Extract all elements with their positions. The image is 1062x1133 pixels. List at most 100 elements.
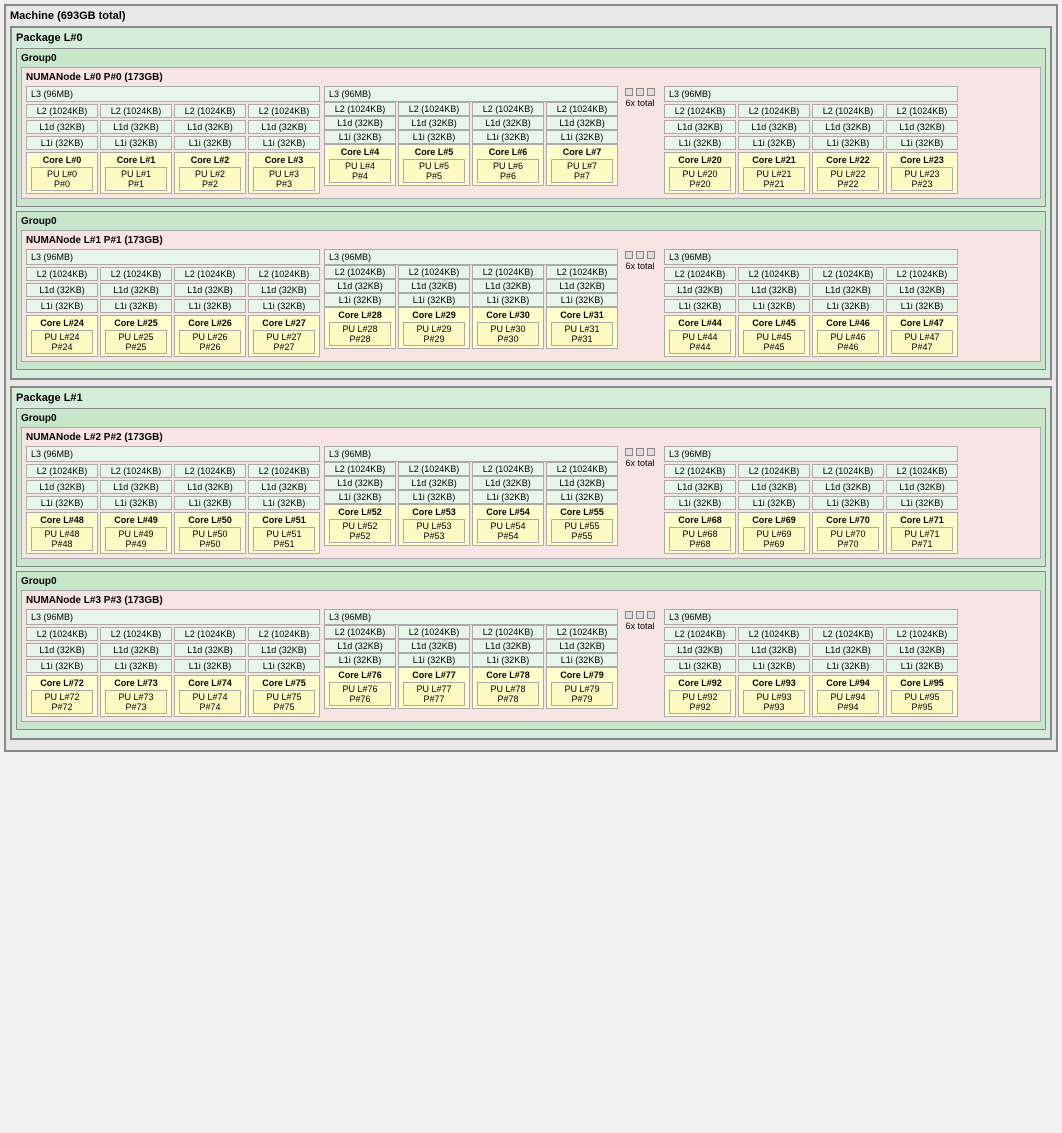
package-l1-title: Package L#1 [16, 392, 1046, 404]
right-l1d-row-0: L1d (32KB) L1d (32KB) L1d (32KB) L1d (32… [664, 120, 958, 134]
left-l1i-row-0: L1i (32KB) L1i (32KB) L1i (32KB) L1i (32… [26, 136, 320, 150]
l1d-0: L1d (32KB) [26, 120, 98, 134]
left-l3-1: L3 (96MB) [26, 249, 320, 265]
core-l4: Core L#4PU L#4P#4 [324, 144, 396, 186]
dot-2 [636, 88, 644, 96]
core-l23: Core L#23PU L#23P#23 [886, 152, 958, 194]
dot-3 [647, 88, 655, 96]
mid-cache-group-1: L3 (96MB) L2 (1024KB)L2 (1024KB)L2 (1024… [324, 249, 660, 349]
l1i-7: L1i (32KB) [546, 130, 618, 144]
pu-l0: PU L#0P#0 [31, 167, 93, 191]
pu-l20: PU L#20P#20 [669, 167, 731, 191]
l2-5: L2 (1024KB) [398, 102, 470, 116]
l1i-22: L1i (32KB) [812, 136, 884, 150]
pu-l2: PU L#2P#2 [179, 167, 241, 191]
mid-l2-row-0: L2 (1024KB) L2 (1024KB) L2 (1024KB) L2 (… [324, 102, 618, 116]
dot-1 [625, 88, 633, 96]
package-l1: Package L#1 Group0 NUMANode L#2 P#2 (173… [10, 386, 1052, 740]
l2-22: L2 (1024KB) [812, 104, 884, 118]
left-cache-group-1: L3 (96MB) L2 (1024KB)L2 (1024KB)L2 (1024… [26, 249, 320, 357]
left-l2-row-0: L2 (1024KB) L2 (1024KB) L2 (1024KB) L2 (… [26, 104, 320, 118]
l1i-5: L1i (32KB) [398, 130, 470, 144]
group0-numa2: Group0 NUMANode L#2 P#2 (173GB) L3 (96MB… [16, 408, 1046, 567]
l2-4: L2 (1024KB) [324, 102, 396, 116]
machine-title: Machine (693GB total) [10, 10, 1052, 22]
core-l5: Core L#5PU L#5P#5 [398, 144, 470, 186]
l2-3: L2 (1024KB) [248, 104, 320, 118]
group0-label-3: Group0 [21, 576, 1041, 587]
mid-indicator-3: 6x total [620, 609, 660, 631]
numa-node-1: NUMANode L#1 P#1 (173GB) L3 (96MB) L2 (1… [21, 230, 1041, 362]
group0-numa1: Group0 NUMANode L#1 P#1 (173GB) L3 (96MB… [16, 211, 1046, 370]
right-l2-row-0: L2 (1024KB) L2 (1024KB) L2 (1024KB) L2 (… [664, 104, 958, 118]
l1i-4: L1i (32KB) [324, 130, 396, 144]
right-core-row-0: Core L#20PU L#20P#20 Core L#21PU L#21P#2… [664, 152, 958, 194]
mid-indicator-2: 6x total [620, 446, 660, 468]
l2-2: L2 (1024KB) [174, 104, 246, 118]
mid-cache-group-2: L3 (96MB) L2 (1024KB)L2 (1024KB)L2 (1024… [324, 446, 660, 546]
left-core-row-0: Core L#0PU L#0P#0 Core L#1PU L#1P#1 Core… [26, 152, 320, 194]
numa-node-0-content: L3 (96MB) L2 (1024KB) L2 (1024KB) L2 (10… [26, 86, 1036, 194]
core-l0: Core L#0PU L#0P#0 [26, 152, 98, 194]
core-l22: Core L#22PU L#22P#22 [812, 152, 884, 194]
core-l6: Core L#6PU L#6P#6 [472, 144, 544, 186]
l1d-21: L1d (32KB) [738, 120, 810, 134]
pu-l7: PU L#7P#7 [551, 159, 613, 183]
group0-label-2: Group0 [21, 413, 1041, 424]
left-l1d-row-0: L1d (32KB) L1d (32KB) L1d (32KB) L1d (32… [26, 120, 320, 134]
dots-row-0 [625, 88, 655, 96]
mid-l1d-row-0: L1d (32KB) L1d (32KB) L1d (32KB) L1d (32… [324, 116, 618, 130]
l1d-1: L1d (32KB) [100, 120, 172, 134]
l2-23: L2 (1024KB) [886, 104, 958, 118]
mid-l3-0: L3 (96MB) [324, 86, 618, 102]
l1d-7: L1d (32KB) [546, 116, 618, 130]
dots-label-0: 6x total [625, 98, 654, 108]
l1i-21: L1i (32KB) [738, 136, 810, 150]
group0-numa3: Group0 NUMANode L#3 P#3 (173GB) L3 (96MB… [16, 571, 1046, 730]
pu-l1: PU L#1P#1 [105, 167, 167, 191]
mid-cache-group-0: L3 (96MB) L2 (1024KB) L2 (1024KB) L2 (10… [324, 86, 660, 186]
right-cache-group-3: L3 (96MB) L2 (1024KB)L2 (1024KB)L2 (1024… [664, 609, 958, 717]
l1d-3: L1d (32KB) [248, 120, 320, 134]
l1i-6: L1i (32KB) [472, 130, 544, 144]
left-cache-group-0: L3 (96MB) L2 (1024KB) L2 (1024KB) L2 (10… [26, 86, 320, 194]
numa-node-1-title: NUMANode L#1 P#1 (173GB) [26, 235, 1036, 246]
package-l0: Package L#0 Group0 NUMANode L#0 P#0 (173… [10, 26, 1052, 380]
l1d-22: L1d (32KB) [812, 120, 884, 134]
numa-node-2-content: L3 (96MB) L2 (1024KB)L2 (1024KB)L2 (1024… [26, 446, 1036, 554]
right-cache-group-0: L3 (96MB) L2 (1024KB) L2 (1024KB) L2 (10… [664, 86, 958, 194]
l2-7: L2 (1024KB) [546, 102, 618, 116]
numa-node-1-content: L3 (96MB) L2 (1024KB)L2 (1024KB)L2 (1024… [26, 249, 1036, 357]
numa-node-0-title: NUMANode L#0 P#0 (173GB) [26, 72, 1036, 83]
l1d-23: L1d (32KB) [886, 120, 958, 134]
l2-0: L2 (1024KB) [26, 104, 98, 118]
right-l1i-row-0: L1i (32KB) L1i (32KB) L1i (32KB) L1i (32… [664, 136, 958, 150]
pu-l6: PU L#6P#6 [477, 159, 539, 183]
numa-node-3-title: NUMANode L#3 P#3 (173GB) [26, 595, 1036, 606]
l1d-4: L1d (32KB) [324, 116, 396, 130]
pu-l23: PU L#23P#23 [891, 167, 953, 191]
right-cache-group-1: L3 (96MB) L2 (1024KB)L2 (1024KB)L2 (1024… [664, 249, 958, 357]
numa-node-2: NUMANode L#2 P#2 (173GB) L3 (96MB) L2 (1… [21, 427, 1041, 559]
l1i-2: L1i (32KB) [174, 136, 246, 150]
group0-label-1: Group0 [21, 216, 1041, 227]
l1d-5: L1d (32KB) [398, 116, 470, 130]
l1d-6: L1d (32KB) [472, 116, 544, 130]
package-l0-title: Package L#0 [16, 32, 1046, 44]
numa-node-3-content: L3 (96MB) L2 (1024KB)L2 (1024KB)L2 (1024… [26, 609, 1036, 717]
group0-label: Group0 [21, 53, 1041, 64]
pu-l22: PU L#22P#22 [817, 167, 879, 191]
group0-numa0: Group0 NUMANode L#0 P#0 (173GB) L3 (96MB… [16, 48, 1046, 207]
core-l3: Core L#3PU L#3P#3 [248, 152, 320, 194]
mid-cache-group-3: L3 (96MB) L2 (1024KB)L2 (1024KB)L2 (1024… [324, 609, 660, 709]
left-l3-0: L3 (96MB) [26, 86, 320, 102]
pu-l21: PU L#21P#21 [743, 167, 805, 191]
l2-20: L2 (1024KB) [664, 104, 736, 118]
l1i-20: L1i (32KB) [664, 136, 736, 150]
pu-l4: PU L#4P#4 [329, 159, 391, 183]
left-cache-group-3: L3 (96MB) L2 (1024KB)L2 (1024KB)L2 (1024… [26, 609, 320, 717]
core-l21: Core L#21PU L#21P#21 [738, 152, 810, 194]
l2-1: L2 (1024KB) [100, 104, 172, 118]
right-l3-0: L3 (96MB) [664, 86, 958, 102]
pu-l3: PU L#3P#3 [253, 167, 315, 191]
